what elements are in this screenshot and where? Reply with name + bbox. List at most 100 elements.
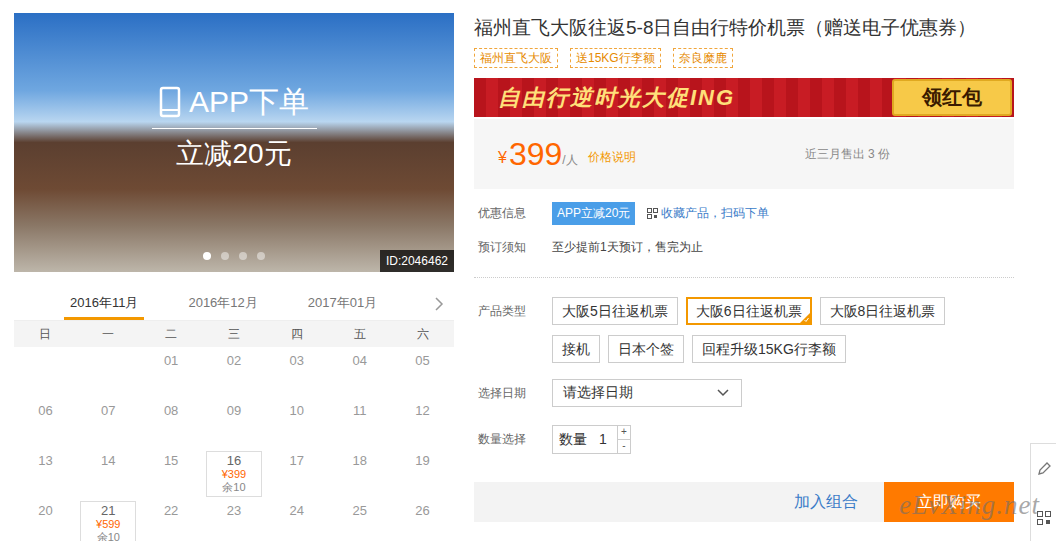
weekday: 二	[140, 321, 203, 347]
day-cell[interactable]: 16¥399余10	[203, 447, 266, 497]
day-grid: 01 02 03 04 05 06 07 08 09 10 1112 13 14 15 16¥399余10 1…	[14, 347, 454, 541]
day-number: 01	[164, 353, 178, 369]
day-cell: 19	[391, 447, 454, 497]
weekday: 一	[77, 321, 140, 347]
day-number: 20	[38, 503, 52, 519]
month-tab[interactable]: 2016年12月	[182, 288, 263, 320]
price-info-link[interactable]: 价格说明	[588, 149, 636, 166]
day-cell: 12	[391, 397, 454, 447]
day-cell: 06	[14, 397, 77, 447]
day-cell	[77, 347, 140, 397]
quantity-input[interactable]: 1	[593, 426, 617, 453]
offer-day[interactable]: 16¥399余10	[206, 451, 262, 497]
day-number: 09	[227, 403, 241, 419]
qr-code-icon[interactable]	[1037, 511, 1051, 525]
day-cell: 25	[328, 497, 391, 541]
selected-corner-icon	[800, 313, 810, 323]
carousel-dot[interactable]	[203, 252, 211, 260]
minus-button[interactable]: -	[618, 439, 630, 453]
next-month-icon[interactable]	[434, 296, 444, 312]
month-tabs: 2016年11月 2016年12月 2017年01月	[14, 288, 454, 321]
type-option[interactable]: 接机	[552, 335, 600, 363]
buy-now-button[interactable]: 立即购买	[884, 482, 1014, 522]
type-option[interactable]: 大阪8日往返机票	[820, 297, 946, 325]
pencil-icon[interactable]	[1036, 461, 1052, 477]
day-stock: 余10	[222, 481, 245, 494]
tag: 送15KG行李额	[570, 48, 661, 68]
day-number: 10	[290, 403, 304, 419]
type-option[interactable]: 回程升级15KG行李额	[692, 335, 846, 363]
day-cell: 05	[391, 347, 454, 397]
day-cell: 24	[265, 497, 328, 541]
day-cell: 13	[14, 447, 77, 497]
day-stock: 余10	[97, 531, 120, 541]
day-cell: 11	[328, 397, 391, 447]
type-options: 大阪5日往返机票 大阪6日往返机票 大阪8日往返机票 接机 日本个签 回程升级1…	[552, 297, 972, 363]
day-number: 21	[101, 504, 115, 518]
day-number: 03	[290, 353, 304, 369]
chevron-down-icon	[717, 389, 729, 397]
id-badge: ID:2046462	[380, 250, 454, 272]
price-currency: ¥	[498, 149, 507, 167]
day-cell: 04	[328, 347, 391, 397]
month-tab[interactable]: 2017年01月	[302, 288, 383, 320]
product-title: 福州直飞大阪往返5-8日自由行特价机票（赠送电子优惠券）	[474, 13, 1014, 42]
day-cell: 15	[140, 447, 203, 497]
add-combo-button[interactable]: 加入组合	[474, 482, 884, 522]
tag-list: 福州直飞大阪送15KG行李额奈良糜鹿	[474, 48, 1014, 68]
row-label: 优惠信息	[474, 205, 552, 222]
day-number: 23	[227, 503, 241, 519]
row-label: 产品类型	[474, 297, 552, 325]
tag: 福州直飞大阪	[474, 48, 558, 68]
promo-banner[interactable]: 自由行逆时光大促ING 领红包	[474, 78, 1014, 117]
red-packet-button[interactable]: 领红包	[892, 79, 1012, 116]
day-number: 02	[227, 353, 241, 369]
day-cell: 07	[77, 397, 140, 447]
day-number: 05	[415, 353, 429, 369]
day-price: ¥599	[96, 518, 120, 531]
overlay-subtitle: 立减20元	[176, 135, 291, 173]
type-option[interactable]: 大阪5日往返机票	[552, 297, 678, 325]
day-number: 14	[101, 453, 115, 469]
day-cell: 26	[391, 497, 454, 541]
carousel-dot[interactable]	[239, 252, 247, 260]
offer-day[interactable]: 21¥599余10	[80, 501, 136, 541]
day-cell[interactable]: 21¥599余10	[77, 497, 140, 541]
sold-count: 近三月售出 3 份	[805, 146, 890, 163]
day-number: 13	[38, 453, 52, 469]
carousel-dot[interactable]	[257, 252, 265, 260]
day-cell: 08	[140, 397, 203, 447]
day-number: 15	[164, 453, 178, 469]
day-number: 04	[352, 353, 366, 369]
price-unit: /人	[562, 152, 577, 169]
quantity-stepper: 数量1+-	[552, 425, 631, 454]
tag: 奈良糜鹿	[673, 48, 733, 68]
type-option[interactable]: 日本个签	[608, 335, 684, 363]
notice-row: 预订须知至少提前1天预订，售完为止	[474, 235, 1014, 259]
dotted-separator	[474, 277, 1014, 278]
day-number: 07	[101, 403, 115, 419]
product-photo[interactable]: APP下单立减20元ID:2046462	[14, 13, 454, 272]
price-box: ¥399/人价格说明近三月售出 3 份	[474, 119, 1014, 189]
day-cell	[14, 347, 77, 397]
day-number: 22	[164, 503, 178, 519]
collect-scan-link[interactable]: 收藏产品，扫码下单	[661, 205, 769, 222]
action-bar: 加入组合立即购买	[474, 482, 1014, 522]
promo-text: 自由行逆时光大促ING	[498, 83, 735, 113]
type-option[interactable]: 大阪6日往返机票	[686, 297, 812, 325]
month-tab[interactable]: 2016年11月	[64, 288, 144, 320]
plus-button[interactable]: +	[618, 426, 630, 439]
calendar: 2016年11月2016年12月2017年01月日一二三四五六010203040…	[14, 288, 454, 541]
day-cell: 01	[140, 347, 203, 397]
notice-text: 至少提前1天预订，售完为止	[552, 239, 703, 256]
day-cell: 03	[265, 347, 328, 397]
weekday: 日	[14, 321, 77, 347]
row-label: 选择日期	[474, 385, 552, 402]
date-select[interactable]: 请选择日期	[552, 379, 742, 407]
date-row: 选择日期请选择日期	[474, 379, 1014, 407]
day-number: 24	[290, 503, 304, 519]
carousel-dot[interactable]	[221, 252, 229, 260]
overlay-divider	[152, 128, 317, 129]
quantity-row: 数量选择数量1+-	[474, 425, 1014, 454]
weekday: 三	[203, 321, 266, 347]
